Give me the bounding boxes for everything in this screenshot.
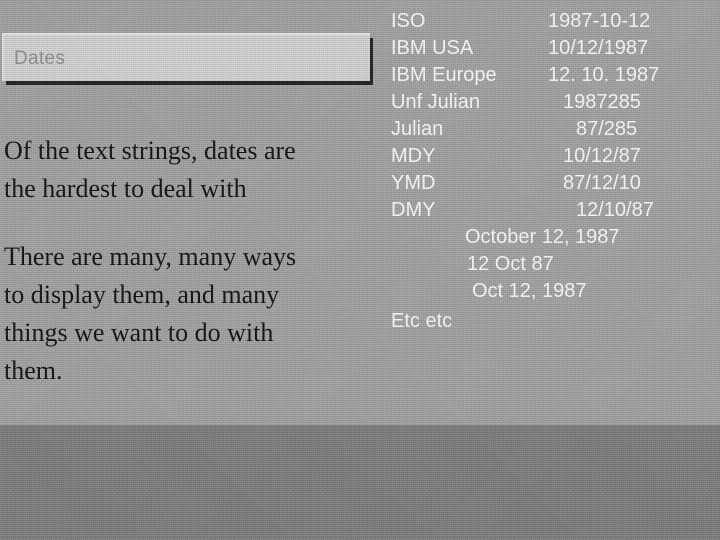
date-format-label: Julian [391,118,444,140]
paragraph-2-line-1: There are many, many ways [4,242,297,271]
date-format-row: YMD 87/12/10 [391,170,716,197]
paragraph-2: There are many, many ways to display the… [4,238,382,390]
date-format-row: Unf Julian 1987285 [391,89,716,116]
date-format-value: 12. 10. 1987 [548,64,660,86]
date-format-row: IBM USA 10/12/1987 [391,35,716,62]
date-format-row: Julian 87/285 [391,116,716,143]
date-format-label: YMD [391,172,436,194]
date-format-row: 12 Oct 87 [391,251,716,278]
date-format-row: DMY 12/10/87 [391,197,716,224]
date-format-rows: ISO 1987-10-12 IBM USA 10/12/1987 IBM Europe… [391,8,716,305]
date-format-row: October 12, 1987 [391,224,716,251]
date-format-row: ISO 1987-10-12 [391,8,716,35]
date-format-value: 87/12/10 [563,172,641,194]
paragraph-2-line-3: things we want to do with [4,318,274,347]
date-format-row: MDY 10/12/87 [391,143,716,170]
date-format-value: Oct 12, 1987 [472,280,587,302]
date-format-value: 10/12/87 [563,145,641,167]
date-format-value: 87/285 [576,118,638,140]
paragraph-2-line-4: them. [4,356,63,385]
paragraph-1: Of the text strings, dates are the harde… [4,132,382,208]
date-format-footer-row: Etc etc [391,308,716,335]
date-format-label: IBM USA [391,37,474,59]
date-format-row: Oct 12, 1987 [391,278,716,305]
date-format-value: 1987285 [563,91,641,113]
date-format-label: MDY [391,145,436,167]
date-format-footer: Etc etc [391,310,453,332]
paragraph-2-line-2: to display them, and many [4,280,280,309]
slide-canvas: Dates Of the text strings, dates are the… [0,0,720,540]
date-format-value: October 12, 1987 [465,226,620,248]
title-box: Dates [2,33,370,81]
background-band-bottom [0,425,720,540]
date-format-value: 12/10/87 [576,199,654,221]
date-format-label: ISO [391,10,426,32]
date-format-value: 10/12/1987 [548,37,649,59]
body-text-column: Of the text strings, dates are the harde… [4,132,382,390]
date-format-row: IBM Europe 12. 10. 1987 [391,62,716,89]
date-format-label: IBM Europe [391,64,497,86]
date-format-list: ISO 1987-10-12 IBM USA 10/12/1987 IBM Europe… [391,8,716,335]
paragraph-1-line-1: Of the text strings, dates are [4,136,296,165]
date-format-label: Unf Julian [391,91,480,113]
date-format-value: 1987-10-12 [548,10,651,32]
page-title: Dates [14,47,66,69]
paragraph-1-line-2: the hardest to deal with [4,174,247,203]
date-format-label: DMY [391,199,436,221]
date-format-value: 12 Oct 87 [467,253,554,275]
